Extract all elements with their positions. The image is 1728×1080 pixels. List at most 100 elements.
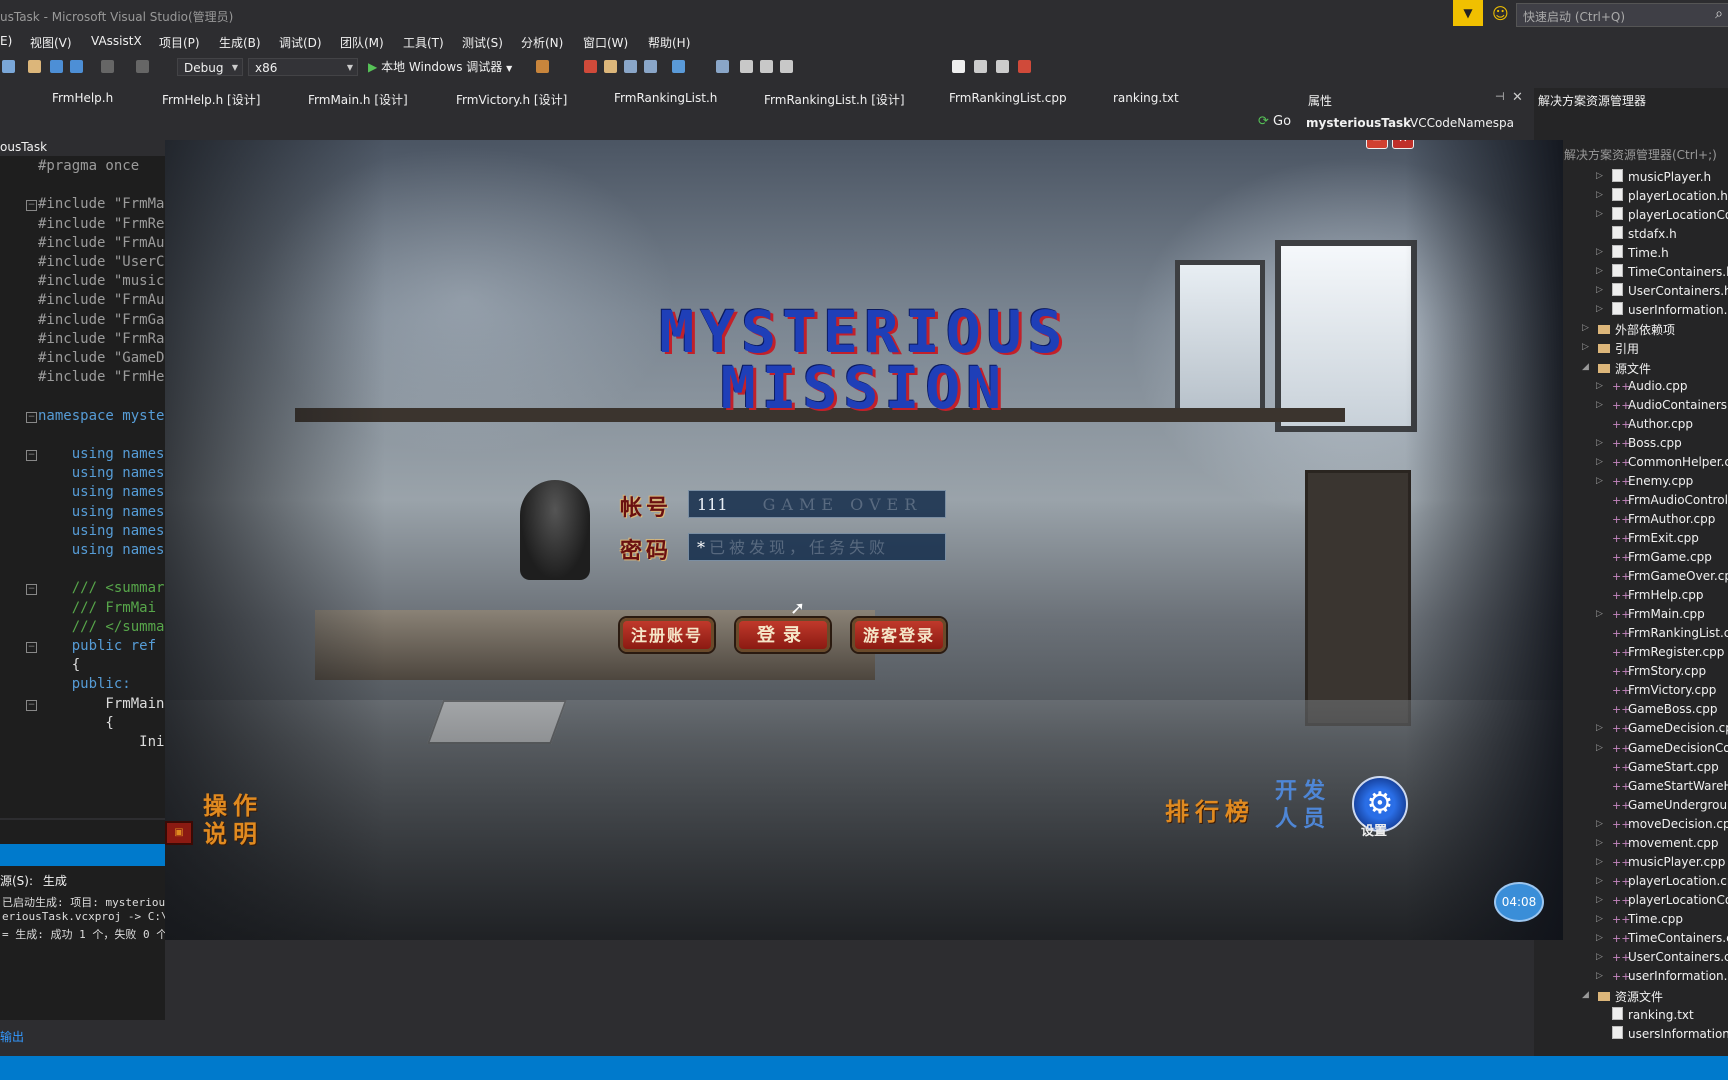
menu-project[interactable]: 项目(P) bbox=[159, 34, 200, 51]
filter-icon[interactable]: ▼ bbox=[1453, 0, 1483, 26]
tree-expand-icon[interactable]: ▷ bbox=[1596, 819, 1603, 829]
feedback-smiley-icon[interactable]: ☺ bbox=[1492, 4, 1509, 23]
tree-expand-icon[interactable]: ▷ bbox=[1596, 876, 1603, 886]
tree-file[interactable]: ++moveDecision.cpp bbox=[1612, 817, 1728, 831]
tab-frmvictory-design[interactable]: FrmVictory.h [设计] bbox=[456, 91, 567, 108]
menu-window[interactable]: 窗口(W) bbox=[583, 34, 628, 51]
toolbar-icon[interactable] bbox=[624, 60, 637, 73]
tree-expand-icon[interactable]: ▷ bbox=[1596, 209, 1603, 219]
tree-expand-icon[interactable]: ▷ bbox=[1582, 323, 1589, 333]
tree-file[interactable]: ++GameBoss.cpp bbox=[1612, 702, 1717, 716]
tree-file[interactable]: ++FrmGame.cpp bbox=[1612, 550, 1712, 564]
bookmark-next-icon[interactable] bbox=[996, 60, 1009, 73]
tree-file[interactable]: ++FrmGameOver.cpp bbox=[1612, 569, 1728, 583]
tree-file[interactable]: ++userInformation.cp bbox=[1612, 969, 1728, 983]
bookmark-icon[interactable] bbox=[952, 60, 965, 73]
menu-vassistx[interactable]: VAssistX bbox=[91, 34, 142, 48]
tree-file[interactable]: ++FrmRankingList.cp bbox=[1612, 626, 1728, 640]
output-source[interactable]: 源(S): 生成 bbox=[0, 872, 67, 889]
tree-file[interactable]: ++GameUndergroun bbox=[1612, 798, 1728, 812]
tree-file[interactable]: playerLocationCor bbox=[1612, 207, 1728, 222]
tab-ranking-txt[interactable]: ranking.txt bbox=[1113, 91, 1179, 105]
tree-file[interactable]: ++FrmMain.cpp bbox=[1612, 607, 1705, 621]
tree-file[interactable]: ++GameStart.cpp bbox=[1612, 760, 1719, 774]
tree-expand-icon[interactable]: ▷ bbox=[1596, 304, 1603, 314]
tree-file[interactable]: ++Time.cpp bbox=[1612, 912, 1683, 926]
tree-file[interactable]: ++FrmVictory.cpp bbox=[1612, 683, 1716, 697]
tree-file[interactable]: TimeContainers.h bbox=[1612, 264, 1728, 279]
tree-expand-icon[interactable]: ▷ bbox=[1596, 457, 1603, 467]
pin-icon[interactable]: ⊣ bbox=[1495, 90, 1505, 103]
tree-file[interactable]: ++movement.cpp bbox=[1612, 836, 1719, 850]
tree-expand-icon[interactable]: ▷ bbox=[1582, 342, 1589, 352]
tree-file[interactable]: ++GameDecision.cpp bbox=[1612, 721, 1728, 735]
tree-expand-icon[interactable]: ▷ bbox=[1596, 838, 1603, 848]
tree-file[interactable]: ++musicPlayer.cpp bbox=[1612, 855, 1725, 869]
tree-file[interactable]: stdafx.h bbox=[1612, 226, 1677, 241]
tree-file[interactable]: ++playerLocationCor bbox=[1612, 893, 1728, 907]
tab-frmhelp-h[interactable]: FrmHelp.h bbox=[52, 91, 113, 105]
tree-file[interactable]: ++playerLocation.cp bbox=[1612, 874, 1728, 888]
fold-toggle-icon[interactable]: − bbox=[26, 642, 37, 653]
fold-toggle-icon[interactable]: − bbox=[26, 584, 37, 596]
tree-expand-icon[interactable]: ▷ bbox=[1596, 266, 1603, 276]
developers-button[interactable]: 开发 人员 bbox=[1275, 778, 1331, 834]
tree-file[interactable]: ++FrmHelp.cpp bbox=[1612, 588, 1703, 602]
tab-frmrankinglist-cpp[interactable]: FrmRankingList.cpp bbox=[949, 91, 1067, 105]
help-button[interactable]: 操作 说明 bbox=[203, 792, 263, 848]
tree-expand-icon[interactable]: ▷ bbox=[1596, 381, 1603, 391]
tree-expand-icon[interactable]: ▷ bbox=[1596, 914, 1603, 924]
tree-file[interactable]: ++Enemy.cpp bbox=[1612, 474, 1693, 488]
toolbar-icon[interactable] bbox=[780, 60, 793, 73]
tree-file[interactable]: ++FrmAuthor.cpp bbox=[1612, 512, 1715, 526]
tree-expand-icon[interactable]: ▷ bbox=[1596, 895, 1603, 905]
tree-file[interactable]: ++Author.cpp bbox=[1612, 417, 1693, 431]
save-all-icon[interactable] bbox=[70, 60, 83, 73]
tree-expand-icon[interactable]: ▷ bbox=[1596, 171, 1603, 181]
tree-file[interactable]: ++FrmRegister.cpp bbox=[1612, 645, 1724, 659]
menu-test[interactable]: 测试(S) bbox=[462, 34, 503, 51]
ranking-button[interactable]: 排行榜 bbox=[1165, 792, 1255, 827]
tree-expand-icon[interactable]: ▷ bbox=[1596, 971, 1603, 981]
bookmark-clear-icon[interactable] bbox=[1018, 60, 1031, 73]
new-project-icon[interactable] bbox=[2, 60, 15, 73]
search-icon[interactable]: ⌕ bbox=[1715, 6, 1723, 22]
toolbar-icon[interactable] bbox=[716, 60, 729, 73]
quick-launch-input[interactable]: 快速启动 (Ctrl+Q) ⌕ bbox=[1516, 3, 1728, 27]
tree-folder[interactable]: 源文件 bbox=[1598, 360, 1651, 377]
tree-expand-icon[interactable]: ▷ bbox=[1596, 952, 1603, 962]
fold-toggle-icon[interactable]: − bbox=[26, 200, 37, 212]
platform-combo[interactable]: x86 ▼ bbox=[248, 58, 358, 76]
save-icon[interactable] bbox=[50, 60, 63, 73]
minimize-icon[interactable]: ▬ bbox=[1366, 140, 1388, 149]
toolbar-icon[interactable] bbox=[760, 60, 773, 73]
tree-expand-icon[interactable]: ▷ bbox=[1596, 723, 1603, 733]
tree-file[interactable]: ++FrmAudioControl.c bbox=[1612, 493, 1728, 507]
menu-team[interactable]: 团队(M) bbox=[340, 34, 384, 51]
tree-folder[interactable]: 资源文件 bbox=[1598, 988, 1663, 1005]
fold-toggle-icon[interactable]: − bbox=[26, 411, 37, 423]
undo-icon[interactable] bbox=[101, 60, 114, 73]
tree-expand-icon[interactable]: ▷ bbox=[1596, 438, 1603, 448]
tree-expand-icon[interactable]: ▷ bbox=[1596, 857, 1603, 867]
tree-file[interactable]: ++AudioContainers.c bbox=[1612, 398, 1728, 412]
config-combo[interactable]: Debug ▼ bbox=[177, 58, 243, 76]
close-icon[interactable]: ✕ bbox=[1512, 90, 1523, 105]
tab-frmmain-design[interactable]: FrmMain.h [设计] bbox=[308, 91, 408, 108]
tab-frmhelp-design[interactable]: FrmHelp.h [设计] bbox=[162, 91, 260, 108]
toolbar-icon[interactable] bbox=[584, 60, 597, 73]
solution-search-input[interactable]: 解决方案资源管理器(Ctrl+;) bbox=[1564, 146, 1717, 163]
tree-file[interactable]: ++GameDecisionCon bbox=[1612, 741, 1728, 755]
tree-file[interactable]: ++GameStartWareHc bbox=[1612, 779, 1728, 793]
tree-expand-icon[interactable]: ◢ bbox=[1582, 362, 1589, 372]
tree-folder[interactable]: 外部依赖项 bbox=[1598, 321, 1675, 338]
start-debug-button[interactable]: ▶ 本地 Windows 调试器 ▼ bbox=[368, 58, 512, 75]
tree-file[interactable]: ++Boss.cpp bbox=[1612, 436, 1682, 450]
bookmark-prev-icon[interactable] bbox=[974, 60, 987, 73]
properties-object[interactable]: mysteriousTask bbox=[1306, 116, 1411, 130]
tree-expand-icon[interactable]: ▷ bbox=[1596, 743, 1603, 753]
tree-file[interactable]: playerLocation.h bbox=[1612, 188, 1728, 203]
tree-file[interactable]: usersInformation.t bbox=[1612, 1026, 1728, 1041]
close-icon[interactable]: ✕ bbox=[1392, 140, 1414, 149]
menu-edit[interactable]: E) bbox=[0, 34, 12, 48]
